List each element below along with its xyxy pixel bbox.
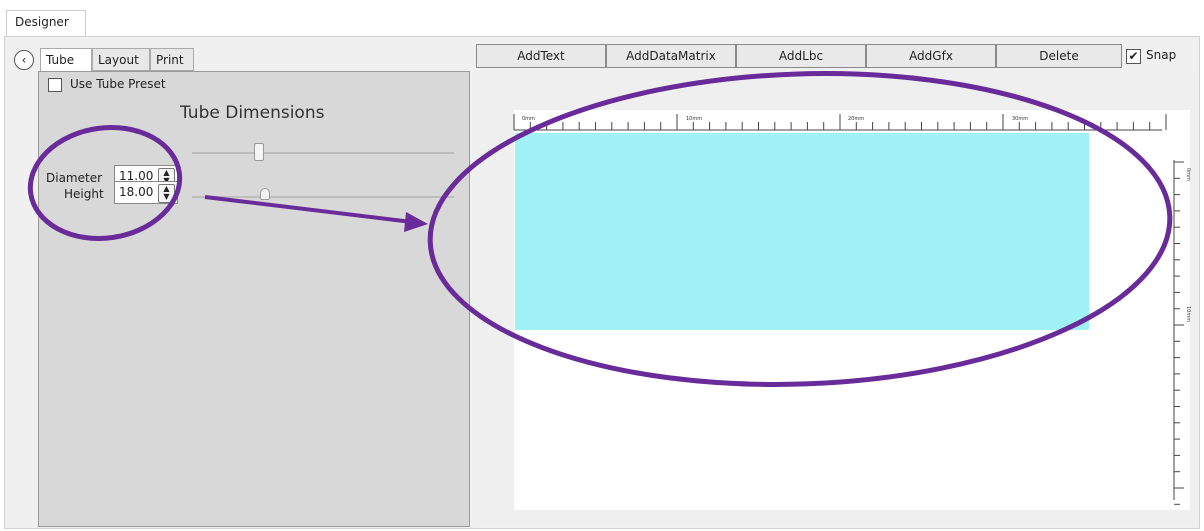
annotation-overlay: 0mm 10mm 20mm 30mm 0mm 10mm xyxy=(27,71,1191,505)
highlight-ellipse-canvas xyxy=(427,71,1173,387)
arrow-head-icon xyxy=(404,212,428,232)
ruler-label: 10mm xyxy=(686,116,702,122)
ruler-label: 0mm xyxy=(522,116,535,122)
ruler-label: 30mm xyxy=(1012,116,1028,122)
ruler-label: 20mm xyxy=(848,116,864,122)
highlight-ellipse-dimensions xyxy=(27,125,183,241)
vertical-ruler-label: 10mm xyxy=(1185,306,1191,322)
vertical-ruler xyxy=(1173,160,1184,505)
vertical-ruler-label: 0mm xyxy=(1185,168,1191,181)
annotation-arrow-line xyxy=(204,195,413,224)
